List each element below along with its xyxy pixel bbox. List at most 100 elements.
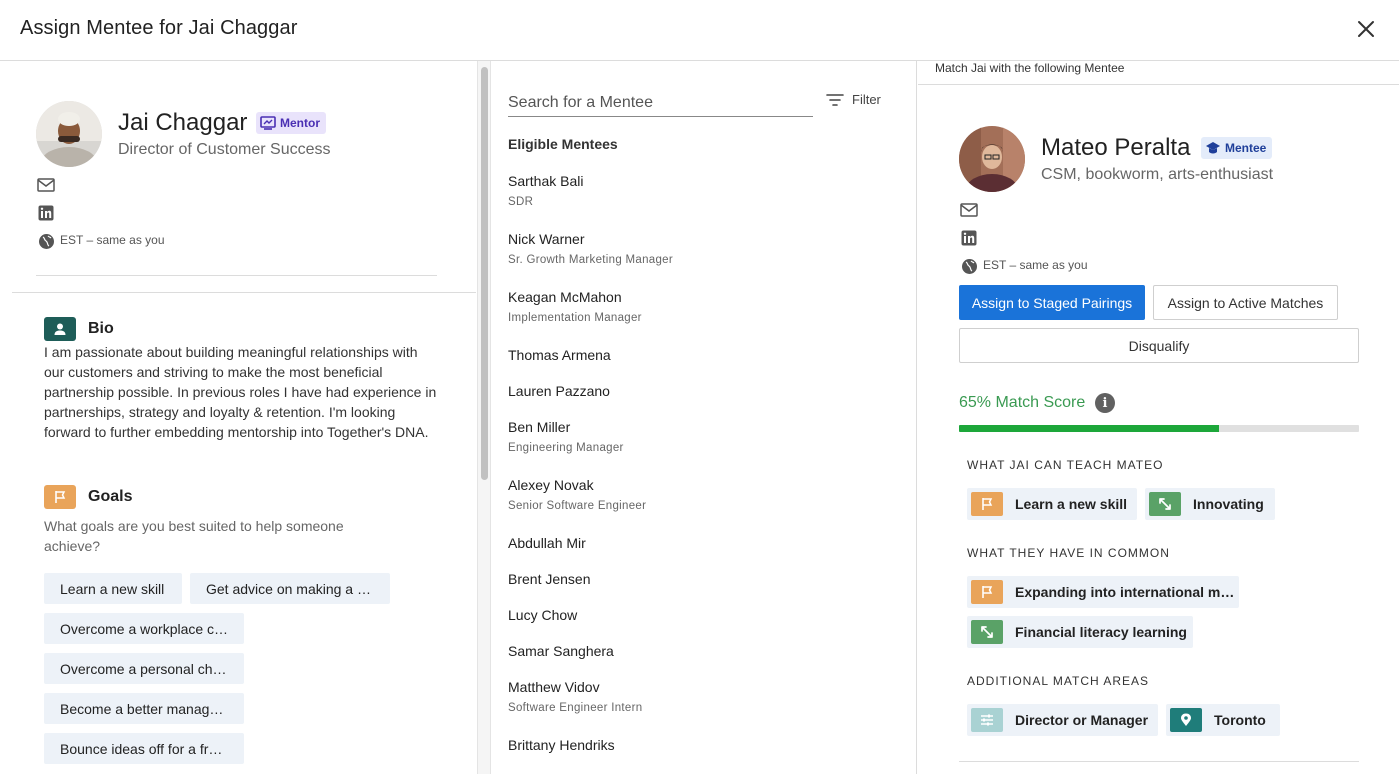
mentee-name: Samar Sanghera [508, 643, 614, 659]
expand-arrows-icon [971, 620, 1003, 644]
match-chip: Expanding into international m… [967, 576, 1239, 608]
linkedin-icon[interactable] [960, 229, 978, 247]
mentor-avatar [36, 101, 102, 167]
match-chip: Toronto [1166, 704, 1280, 736]
goal-chip[interactable]: Overcome a workplace c… [44, 613, 244, 644]
mentee-badge-label: Mentee [1225, 141, 1267, 155]
left-panel-scrollbar[interactable] [477, 61, 491, 774]
mentor-badge: Mentor [256, 112, 326, 134]
bio-title: Bio [88, 320, 114, 337]
mentee-role: Senior Software Engineer [508, 500, 647, 512]
mentee-name: Matthew Vidov [508, 679, 600, 695]
mentee-list-item[interactable]: Nick Warner Sr. Growth Marketing Manager [492, 231, 902, 266]
mentee-list-item[interactable]: Alexey Novak Senior Software Engineer [492, 477, 902, 512]
goal-chip[interactable]: Become a better manag… [44, 693, 244, 724]
match-chip-label: Financial literacy learning [1015, 624, 1187, 640]
eligible-mentees-title: Eligible Mentees [508, 136, 618, 152]
mentor-badge-icon [260, 116, 276, 130]
mentee-list-item[interactable]: Keagan McMahon Implementation Manager [492, 289, 902, 324]
mentee-name: Nick Warner [508, 231, 585, 247]
dialog-header: Assign Mentee for Jai Chaggar [0, 0, 1399, 61]
mentee-name: Abdullah Mir [508, 535, 586, 551]
mentor-badge-label: Mentor [280, 116, 320, 130]
linkedin-icon[interactable] [37, 204, 55, 222]
goal-chip[interactable]: Bounce ideas off for a fr… [44, 733, 244, 764]
mentor-title: Director of Customer Success [118, 141, 331, 158]
match-chip-label: Toronto [1214, 712, 1266, 728]
teach-title: WHAT JAI CAN TEACH MATEO [967, 458, 1164, 472]
match-score-fill [959, 425, 1219, 432]
match-chip: Director or Manager [967, 704, 1158, 736]
mentee-search-input[interactable] [508, 89, 813, 117]
mentee-name: Mateo Peralta [1041, 134, 1191, 161]
mentee-name: Lauren Pazzano [508, 383, 610, 399]
filter-label: Filter [852, 92, 881, 107]
mentee-tagline: CSM, bookworm, arts-enthusiast [1041, 166, 1274, 183]
match-chip: Financial literacy learning [967, 616, 1193, 648]
mentee-name: Thomas Armena [508, 347, 611, 363]
match-chip: Learn a new skill [967, 488, 1137, 520]
bio-text: I am passionate about building meaningfu… [44, 344, 437, 440]
mentee-name: Alexey Novak [508, 477, 594, 493]
match-heading-divider [918, 84, 1399, 85]
additional-title: ADDITIONAL MATCH AREAS [967, 674, 1150, 688]
mentor-name: Jai Chaggar [118, 109, 248, 136]
goal-chip[interactable]: Learn a new skill [44, 573, 182, 604]
disqualify-button[interactable]: Disqualify [959, 328, 1359, 363]
graduation-cap-icon [1206, 142, 1220, 154]
mentee-timezone: EST – same as you [983, 258, 1088, 272]
email-icon[interactable] [960, 201, 978, 219]
match-chip-label: Expanding into international m… [1015, 584, 1235, 600]
goal-chip[interactable]: Overcome a personal ch… [44, 653, 244, 684]
match-chip-label: Innovating [1193, 496, 1264, 512]
mentee-name: Brent Jensen [508, 571, 591, 587]
mentee-list-item[interactable]: Thomas Armena [492, 347, 902, 363]
mentee-list-item[interactable]: Brent Jensen [492, 571, 902, 587]
filter-icon [826, 93, 844, 106]
mentee-badge: Mentee [1201, 137, 1273, 159]
close-button[interactable] [1353, 16, 1379, 42]
match-score-bar [959, 425, 1359, 432]
flag-icon [971, 580, 1003, 604]
match-chip-label: Director or Manager [1015, 712, 1149, 728]
bio-header: Bio [44, 317, 114, 341]
mentee-role: Implementation Manager [508, 312, 642, 324]
mentee-list-item[interactable]: Lauren Pazzano [492, 383, 902, 399]
mentee-name: Keagan McMahon [508, 289, 622, 305]
match-chip: Innovating [1145, 488, 1275, 520]
assign-active-button[interactable]: Assign to Active Matches [1153, 285, 1338, 320]
mentee-avatar [959, 126, 1025, 192]
mentee-list-item[interactable]: Matthew Vidov Software Engineer Intern [492, 679, 902, 714]
mentee-role: Sr. Growth Marketing Manager [508, 254, 673, 266]
assign-staged-button[interactable]: Assign to Staged Pairings [959, 285, 1145, 320]
dialog-title: Assign Mentee for Jai Chaggar [20, 17, 298, 39]
goal-chip[interactable]: Get advice on making a … [190, 573, 390, 604]
mentee-list-item[interactable]: Brittany Hendriks [492, 737, 902, 753]
mentee-list-item[interactable]: Lucy Chow [492, 607, 902, 623]
match-chip-label: Learn a new skill [1015, 496, 1128, 512]
section-divider [12, 292, 476, 293]
mentee-list-item[interactable]: Abdullah Mir [492, 535, 902, 551]
email-icon[interactable] [37, 176, 55, 194]
match-heading: Match Jai with the following Mentee [935, 61, 1125, 75]
mentee-role: Engineering Manager [508, 442, 624, 454]
mentor-profile-panel: Jai Chaggar Mentor Director of Customer … [0, 61, 476, 774]
mentee-list-item[interactable]: Samar Sanghera [492, 643, 902, 659]
globe-icon [960, 257, 978, 275]
globe-icon [37, 232, 55, 250]
scrollbar-thumb[interactable] [481, 67, 488, 480]
close-icon [1358, 21, 1374, 37]
match-details-panel: Match Jai with the following Mentee Mate… [918, 61, 1399, 774]
filter-button[interactable]: Filter [826, 92, 881, 107]
mentee-list-item[interactable]: Ben Miller Engineering Manager [492, 419, 902, 454]
mentee-search-panel: Filter Eligible Mentees Sarthak Bali SDR… [492, 61, 917, 774]
mentee-list-item[interactable]: Sarthak Bali SDR [492, 173, 902, 208]
info-icon[interactable]: i [1095, 393, 1115, 413]
mentee-role: SDR [508, 196, 534, 208]
match-score-text: 65% Match Score [959, 394, 1086, 411]
mentee-name: Sarthak Bali [508, 173, 584, 189]
bottom-divider [959, 761, 1359, 762]
mentee-name: Ben Miller [508, 419, 571, 435]
mentee-name: Lucy Chow [508, 607, 578, 623]
goals-question: What goals are you best suited to help s… [44, 518, 344, 554]
